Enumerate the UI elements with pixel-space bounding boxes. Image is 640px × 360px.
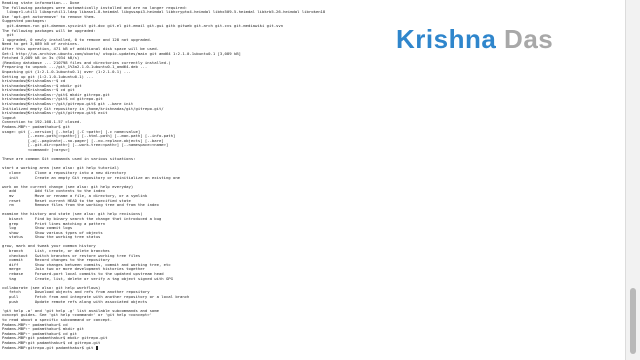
- watermark-logo: Krishna Das: [396, 24, 553, 54]
- scrollbar-thumb[interactable]: [630, 288, 636, 354]
- text-cursor: [95, 345, 98, 350]
- vertical-scrollbar[interactable]: [625, 0, 640, 360]
- watermark-last-name: Das: [504, 24, 554, 54]
- watermark-first-name: Krishna: [396, 24, 497, 54]
- terminal-line: Padams-MBP:gitrepo.git padamthakur$ git: [2, 345, 98, 350]
